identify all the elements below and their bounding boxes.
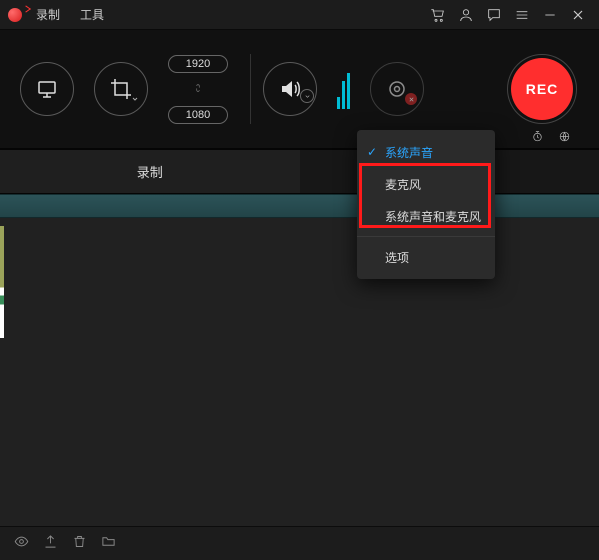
recordings-list <box>0 194 599 526</box>
crop-region-button[interactable] <box>94 62 148 116</box>
app-record-icon <box>8 8 22 22</box>
resolution-height-pill[interactable]: 1080 <box>168 106 228 124</box>
audio-source-button[interactable] <box>263 62 317 116</box>
dropdown-separator <box>357 236 495 237</box>
upload-icon[interactable] <box>43 534 58 554</box>
chevron-down-icon <box>300 89 314 103</box>
folder-icon[interactable] <box>101 534 116 554</box>
audio-source-dropdown: 系统声音 麦克风 系统声音和麦克风 选项 <box>357 130 495 279</box>
background-edge <box>0 226 4 338</box>
footer <box>0 526 599 560</box>
list-item[interactable] <box>0 194 599 218</box>
user-icon[interactable] <box>455 4 477 26</box>
resolution-group: 1920 1080 <box>168 55 228 124</box>
capture-screen-button[interactable] <box>20 62 74 116</box>
tab-record[interactable]: 录制 <box>0 150 300 193</box>
schedule-icon[interactable] <box>531 130 544 148</box>
close-icon[interactable] <box>567 4 589 26</box>
dropdown-item-microphone[interactable]: 麦克风 <box>357 168 495 200</box>
minimize-icon[interactable] <box>539 4 561 26</box>
dropdown-item-both[interactable]: 系统声音和麦克风 <box>357 200 495 232</box>
hamburger-icon[interactable] <box>511 4 533 26</box>
menu-record[interactable]: 录制 <box>36 6 60 23</box>
titlebar: 录制 工具 <box>0 0 599 30</box>
record-button[interactable]: REC <box>511 58 573 120</box>
toolbar: 1920 1080 REC <box>0 30 599 150</box>
audio-level-indicator <box>337 69 350 109</box>
eye-icon[interactable] <box>14 534 29 554</box>
disabled-badge-icon <box>405 93 417 105</box>
trash-icon[interactable] <box>72 534 87 554</box>
record-sub-icons <box>531 130 571 148</box>
chat-icon[interactable] <box>483 4 505 26</box>
menu-tools[interactable]: 工具 <box>80 6 104 23</box>
cart-icon[interactable] <box>427 4 449 26</box>
link-icon[interactable] <box>193 81 203 98</box>
dropdown-item-options[interactable]: 选项 <box>357 241 495 273</box>
resolution-width-pill[interactable]: 1920 <box>168 55 228 73</box>
webcam-button[interactable] <box>370 62 424 116</box>
settings-icon[interactable] <box>558 130 571 148</box>
divider <box>250 54 251 124</box>
tab-bar: 录制 <box>0 150 599 194</box>
dropdown-item-system-sound[interactable]: 系统声音 <box>357 136 495 168</box>
